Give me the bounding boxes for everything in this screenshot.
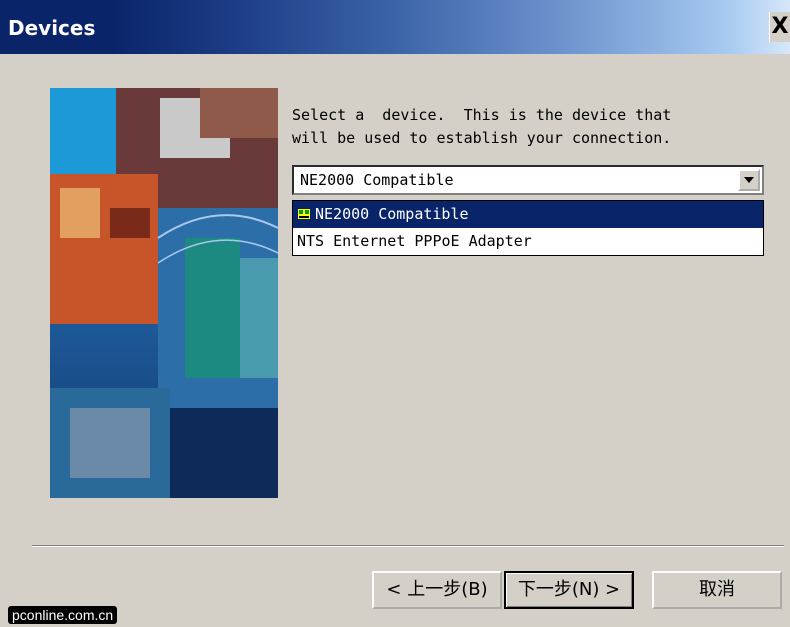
- device-dropdown-list[interactable]: NE2000 Compatible NTS Enternet PPPoE Ada…: [292, 200, 764, 256]
- network-adapter-icon: [298, 209, 310, 219]
- back-button[interactable]: < 上一步(B): [372, 571, 502, 609]
- wizard-illustration: [50, 88, 278, 498]
- next-button[interactable]: 下一步(N) >: [504, 571, 634, 609]
- device-option-ne2000[interactable]: NE2000 Compatible: [293, 201, 763, 228]
- watermark: pconline.com.cn: [8, 606, 118, 624]
- device-option-label: NTS Enternet PPPoE Adapter: [297, 232, 532, 250]
- device-option-pppoe[interactable]: NTS Enternet PPPoE Adapter: [293, 228, 763, 255]
- device-combobox-value: NE2000 Compatible: [300, 171, 454, 189]
- close-button[interactable]: X: [769, 12, 790, 42]
- title-bar: Devices X: [0, 0, 790, 54]
- cancel-button[interactable]: 取消: [652, 571, 782, 609]
- separator-line: [32, 545, 784, 547]
- dropdown-arrow-button[interactable]: [738, 169, 760, 191]
- instruction-text: Select a device. This is the device that…: [292, 106, 672, 147]
- device-combobox[interactable]: NE2000 Compatible: [292, 165, 764, 195]
- window-title: Devices: [8, 16, 96, 40]
- device-option-label: NE2000 Compatible: [315, 205, 469, 223]
